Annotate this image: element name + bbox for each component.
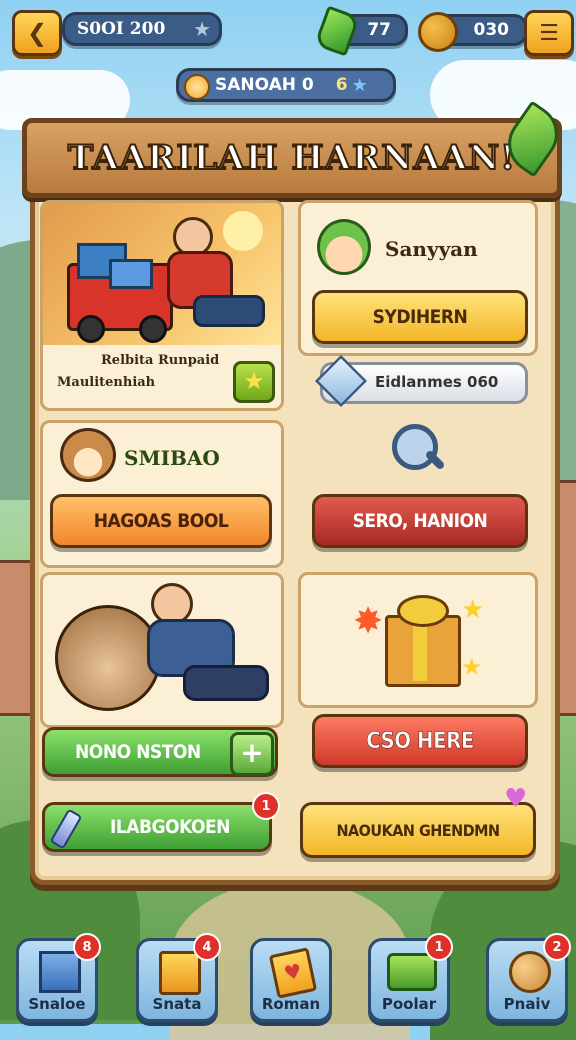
naoukan-ghendmn-button[interactable]: NAOUKAN GHENDMN [300,802,536,858]
wheel-icon [139,315,167,343]
burst-icon: ✸ [353,601,384,642]
nav-item-snata[interactable]: Snata 4 [136,933,221,1022]
star-icon: ★ [243,367,265,395]
cso-here-button[interactable]: CSO HERE [312,714,528,768]
menu-button[interactable]: ☰ [524,10,574,56]
box-icon [109,259,153,289]
sydihern-button[interactable]: SYDIHERN [312,290,528,344]
plus-button[interactable]: + [230,732,274,776]
coins-value: 030 [473,20,510,40]
card-toy-truck[interactable]: Relbita Runpaid Maulitenhiah ★ [40,200,284,411]
progress-label: Eidlanmes 060 [375,373,499,391]
building-icon [39,951,81,993]
bear-illustration [55,605,161,711]
nono-nston-label: NONO NSTON [75,741,201,763]
card-bear-friend [40,572,284,728]
ilabgokoen-label: ILABGOKOEN [110,816,230,838]
star-icon: ★ [351,74,368,96]
naoukan-ghendmn-label: NAOUKAN GHENDMN [336,820,500,840]
sero-hanion-label: SERO, HANION [352,510,488,532]
sun-icon [223,211,263,251]
sero-hanion-button[interactable]: SERO, HANION [312,494,528,548]
card-gift: ★ ★ ✸ [298,572,538,708]
boy-figure-legs [193,295,265,327]
nav-badge: 4 [193,933,221,961]
cookie-icon [418,12,458,52]
board-title: TAARILAH HARNAAN! [67,137,517,179]
nav-badge: 2 [543,933,571,961]
nav-label: Snata [152,995,202,1013]
star-icon: ★ [461,595,485,625]
nav-item-pnaiv[interactable]: Pnaiv 2 [486,933,571,1022]
sanyyan-name: Sanyyan [385,237,478,261]
star-icon: ★ [461,653,483,681]
player-score: S0OI 200 [77,19,166,39]
board-header: TAARILAH HARNAAN! [22,118,562,198]
nav-item-roman[interactable]: ♥ Roman [250,938,332,1022]
hagoas-bool-button[interactable]: HAGOAS BOOL [50,494,272,548]
hagoas-bool-label: HAGOAS BOOL [93,510,229,532]
nav-item-snaloe[interactable]: Snaloe 8 [16,933,101,1022]
nav-label: Pnaiv [503,995,551,1013]
nav-badge: 8 [73,933,101,961]
chevron-left-icon: ❮ [26,19,48,47]
hamburger-icon: ☰ [539,20,559,46]
boy-figure-legs [183,665,269,701]
gift-bow-icon [397,595,449,627]
player-score-pill: S0OI 200 ★ [62,12,222,46]
nav-label: Poolar [381,995,437,1013]
event-count: 6 [335,75,348,95]
card-line-2: Maulitenhiah [57,375,156,390]
gems-value: 77 [367,20,391,40]
ilabgokoen-button[interactable]: ILABGOKOEN [42,802,272,852]
card-heart-icon: ♥ [268,947,318,999]
event-label: SANOAH 0 [215,75,314,95]
star-button[interactable]: ★ [233,361,275,403]
cso-here-label: CSO HERE [366,728,475,754]
toy-truck-illustration [43,203,281,345]
nav-label: Snaloe [28,995,86,1013]
nav-item-poolar[interactable]: Poolar 1 [368,933,453,1022]
shopping-bag-icon [159,951,201,995]
chest-icon [387,953,437,991]
card-line-1: Relbita Runpaid [101,353,220,368]
bear-icon [60,428,116,482]
heart-icon: ♥ [504,784,528,814]
sun-icon [184,74,210,100]
cookie-icon [509,951,551,993]
star-icon: ★ [193,17,211,41]
nav-badge: 1 [425,933,453,961]
nav-label: Roman [261,995,321,1013]
magnifier-icon [392,424,438,470]
notification-badge: 1 [252,792,280,820]
back-button[interactable]: ❮ [12,10,62,56]
smibao-name: SMIBAO [124,446,220,470]
leaf-creature-icon [317,219,371,275]
plus-icon: + [240,736,264,769]
sydihern-label: SYDIHERN [372,306,468,328]
wheel-icon [77,315,105,343]
